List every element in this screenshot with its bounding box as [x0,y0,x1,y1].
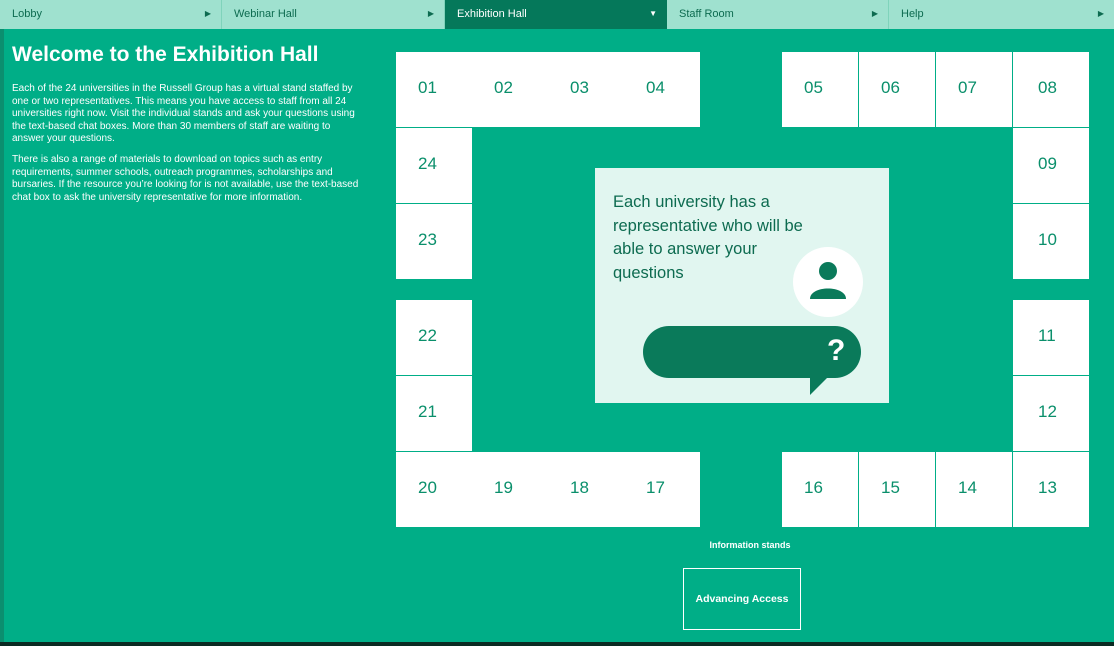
stand-16[interactable]: 16 [782,452,858,527]
user-icon [793,247,863,317]
stand-17[interactable]: 17 [624,452,700,527]
top-navigation: Lobby ▶ Webinar Hall ▶ Exhibition Hall ▼… [0,0,1114,29]
stand-number: 01 [418,78,437,97]
information-stands-label: Information stands [709,540,791,550]
stand-08[interactable]: 08 [1013,52,1089,127]
stand-09[interactable]: 09 [1013,128,1089,203]
chevron-right-icon: ▶ [204,9,211,18]
stand-24[interactable]: 24 [396,128,472,203]
nav-tab-exhibition-hall[interactable]: Exhibition Hall ▼ [445,0,667,29]
stand-number: 06 [881,78,900,97]
stand-14[interactable]: 14 [936,452,1012,527]
nav-tab-staff-room[interactable]: Staff Room ▶ [667,0,889,29]
stand-number: 15 [881,478,900,497]
question-mark-icon: ? [827,334,846,367]
stand-number: 07 [958,78,977,97]
stand-number: 10 [1038,230,1057,249]
nav-tab-lobby[interactable]: Lobby ▶ [0,0,222,29]
intro-paragraph: There is also a range of materials to do… [12,153,359,203]
stand-number: 18 [570,478,589,497]
stand-06[interactable]: 06 [859,52,935,127]
stand-number: 03 [570,78,589,97]
stand-04[interactable]: 04 [624,52,700,127]
chevron-down-icon: ▼ [649,9,657,18]
stand-number: 20 [418,478,437,497]
stand-number: 08 [1038,78,1057,97]
stand-number: 22 [418,326,437,345]
left-edge-shadow [0,29,4,642]
chat-bubble-tail [810,373,832,395]
stand-number: 14 [958,478,977,497]
chat-bubble-icon: ? [643,326,861,378]
stand-12[interactable]: 12 [1013,376,1089,451]
stand-21[interactable]: 21 [396,376,472,451]
user-icon-graphic [810,262,846,299]
advancing-access-label: Advancing Access [695,593,789,605]
stand-15[interactable]: 15 [859,452,935,527]
stand-20[interactable]: 20 [396,452,472,527]
bottom-border [0,642,1114,646]
stand-number: 05 [804,78,823,97]
nav-tab-label: Lobby [12,8,42,20]
intro-panel: Welcome to the Exhibition Hall Each of t… [12,42,362,212]
stand-03[interactable]: 03 [548,52,624,127]
stand-07[interactable]: 07 [936,52,1012,127]
stand-number: 23 [418,230,437,249]
stand-number: 17 [646,478,665,497]
stand-10[interactable]: 10 [1013,204,1089,279]
advancing-access-stand[interactable]: Advancing Access [683,568,801,630]
nav-tab-label: Webinar Hall [234,8,297,20]
stand-number: 04 [646,78,665,97]
stand-number: 02 [494,78,513,97]
chevron-right-icon: ▶ [871,9,878,18]
intro-paragraph: Each of the 24 universities in the Russe… [12,83,355,145]
nav-tab-webinar-hall[interactable]: Webinar Hall ▶ [222,0,445,29]
chevron-right-icon: ▶ [427,9,434,18]
stand-number: 12 [1038,402,1057,421]
stand-18[interactable]: 18 [548,452,624,527]
chevron-right-icon: ▶ [1097,9,1104,18]
stand-19[interactable]: 19 [472,452,548,527]
stand-number: 21 [418,402,437,421]
stand-01[interactable]: 01 [396,52,472,127]
nav-tab-help[interactable]: Help ▶ [889,0,1114,29]
stand-02[interactable]: 02 [472,52,548,127]
nav-tab-label: Exhibition Hall [457,8,527,20]
stand-number: 19 [494,478,513,497]
info-card-text: Each university has a representative who… [613,193,803,282]
stand-number: 13 [1038,478,1057,497]
stand-23[interactable]: 23 [396,204,472,279]
info-card: Each university has a representative who… [595,168,889,403]
stand-11[interactable]: 11 [1013,300,1089,375]
stand-number: 11 [1038,326,1056,345]
stand-05[interactable]: 05 [782,52,858,127]
stand-22[interactable]: 22 [396,300,472,375]
page-title: Welcome to the Exhibition Hall [12,43,319,66]
nav-tab-label: Help [901,8,924,20]
stand-number: 09 [1038,154,1057,173]
stand-number: 24 [418,154,437,173]
stand-number: 16 [804,478,823,497]
nav-tab-label: Staff Room [679,8,734,20]
stand-13[interactable]: 13 [1013,452,1089,527]
